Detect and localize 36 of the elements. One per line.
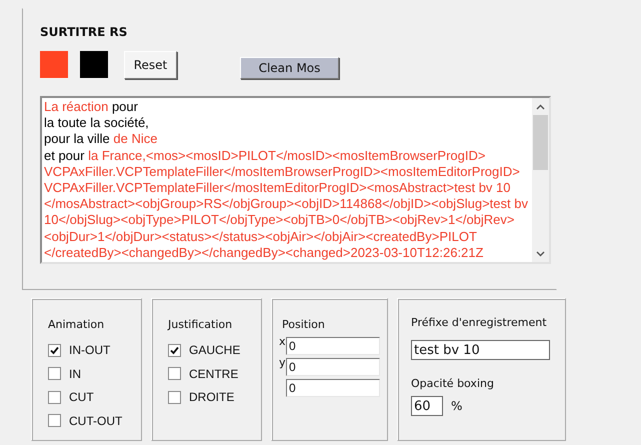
checkbox[interactable] — [48, 390, 61, 404]
input-field[interactable]: test bv 10 — [411, 340, 550, 360]
axis-label: x — [279, 337, 286, 347]
group-title: Position — [282, 318, 326, 331]
scrollbar[interactable] — [532, 98, 549, 262]
scroll-down-icon[interactable] — [536, 250, 545, 256]
checkbox[interactable] — [168, 390, 181, 404]
group-title: Justification — [168, 318, 234, 331]
editor-text: La réaction pour la toute la société, pour la ville de Nice et pour la France,<mos><mosID>PILOT</mosID><mosItemBrowserProgID> VCPAxFiller.VCPTemplateFiller</mosItemBrowserProgID><mosItemEditorProgID> VCPAxFiller.VCPTemplateFiller</mosItemEditorProgID><mosAbstract>test bv 10 </mosAbstract><objGroup>RS</objGroup><objID>114868</objID><objSlug>test bv 10</objSlug><objType>PILOT</objType><objTB>0</objTB><objRev>1</objRev> <objDur>1</objDur><status></status><objAir></objAir><createdBy>PILOT </createdBy><changedBy></changedBy><changed>2023-03-10T12:26:21Z — [44, 99, 529, 262]
input-field[interactable]: 0 — [286, 358, 380, 376]
input-field[interactable]: 0 — [286, 379, 380, 397]
checkbox[interactable] — [48, 367, 61, 380]
field-label: Préfixe d'enregistrement — [411, 316, 548, 329]
group-title: Animation — [48, 318, 106, 331]
checkbox-label: CENTRE — [189, 366, 238, 380]
checkbox-label: CUT — [69, 390, 94, 404]
color-swatch[interactable] — [40, 51, 68, 79]
axis-label: y — [279, 358, 286, 368]
input-field[interactable]: 0 — [286, 337, 380, 355]
field-label: Opacité boxing — [411, 377, 495, 390]
unit-label: % — [451, 399, 462, 413]
checkbox-label: GAUCHE — [189, 343, 240, 357]
checkbox[interactable] — [48, 344, 61, 356]
checkbox[interactable] — [48, 414, 61, 427]
input-field[interactable]: 60 — [411, 396, 443, 416]
checkbox[interactable] — [168, 344, 181, 356]
color-swatch[interactable] — [80, 51, 108, 79]
section-title: SURTITRE RS — [40, 25, 128, 39]
clean-button[interactable]: Clean Mos — [240, 57, 339, 79]
checkbox-label: IN-OUT — [69, 343, 110, 357]
scroll-up-icon[interactable] — [536, 104, 545, 110]
reset-button[interactable]: Reset — [124, 51, 177, 79]
checkbox[interactable] — [168, 367, 181, 380]
checkbox-label: DROITE — [189, 390, 234, 404]
checkbox-label: IN — [69, 366, 81, 380]
checkbox-label: CUT-OUT — [69, 414, 122, 428]
